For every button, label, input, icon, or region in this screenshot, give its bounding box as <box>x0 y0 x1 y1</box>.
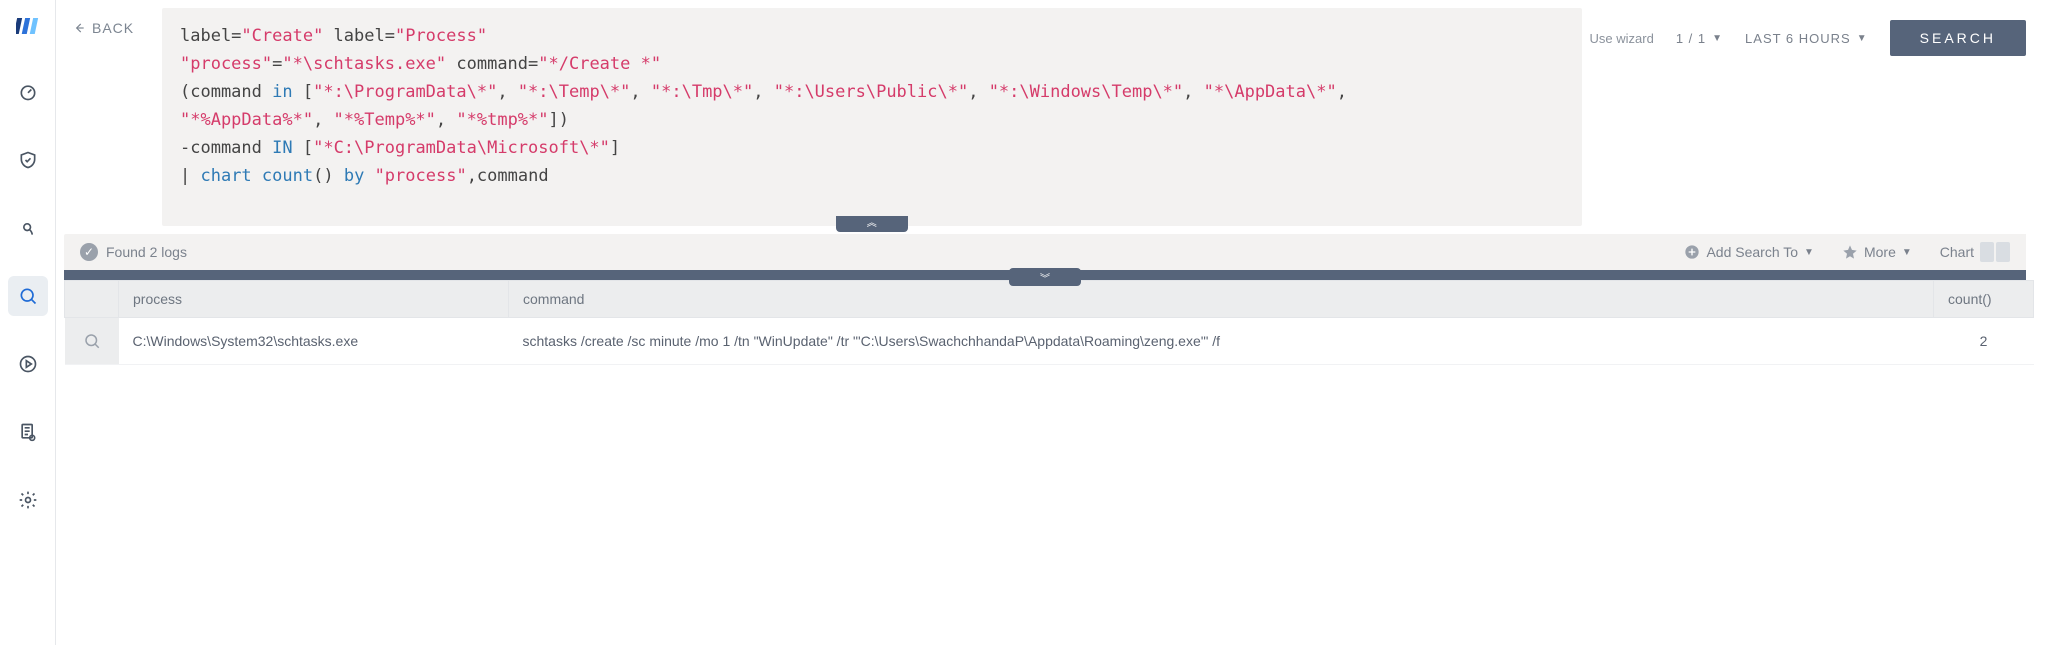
right-rail <box>2034 0 2048 645</box>
page-indicator[interactable]: 1 / 1 ▼ <box>1676 31 1723 46</box>
table-header-count[interactable]: count() <box>1934 281 2034 318</box>
chevron-down-icon: ▼ <box>1902 247 1912 258</box>
add-search-to-button[interactable]: Add Search To ▼ <box>1684 244 1814 260</box>
chevron-down-icon: ▼ <box>1857 33 1868 44</box>
chart-toggle[interactable]: Chart <box>1940 242 2010 262</box>
nav-play-icon[interactable] <box>8 344 48 384</box>
expand-results-handle[interactable]: ︾ <box>1009 268 1081 286</box>
main-content: BACK label="Create" label="Process" "pro… <box>56 0 2034 645</box>
sidebar <box>0 0 56 645</box>
table-row[interactable]: C:\Windows\System32\schtasks.exe schtask… <box>65 318 2034 365</box>
cell-count: 2 <box>1934 318 2034 365</box>
cell-command: schtasks /create /sc minute /mo 1 /tn "W… <box>509 318 1934 365</box>
chevron-down-icon: ▼ <box>1712 33 1723 44</box>
back-label: BACK <box>92 20 134 36</box>
nav-shield-icon[interactable] <box>8 140 48 180</box>
results-toolbar: ✓ Found 2 logs Add Search To ▼ More ▼ Ch… <box>64 234 2026 270</box>
table-header-process[interactable]: process <box>119 281 509 318</box>
check-circle-icon: ✓ <box>80 243 98 261</box>
chevron-up-icon: ︽ <box>867 216 877 233</box>
collapse-query-handle[interactable]: ︽ <box>836 216 908 232</box>
row-search-icon[interactable] <box>79 332 105 350</box>
nav-search-icon[interactable] <box>8 276 48 316</box>
query-editor[interactable]: label="Create" label="Process" "process"… <box>162 8 1582 226</box>
nav-dashboard-icon[interactable] <box>8 72 48 112</box>
table-header-row: process command count() <box>65 281 2034 318</box>
use-wizard-link[interactable]: Use wizard <box>1590 31 1654 46</box>
results-table: process command count() C:\Windows\Syste… <box>56 280 2034 365</box>
split-divider[interactable]: ︾ <box>64 270 2026 280</box>
nav-settings-icon[interactable] <box>8 480 48 520</box>
more-button[interactable]: More ▼ <box>1842 244 1912 260</box>
back-button[interactable]: BACK <box>64 8 154 36</box>
nav-explore-icon[interactable] <box>8 208 48 248</box>
search-button[interactable]: SEARCH <box>1890 20 2026 56</box>
time-range-dropdown[interactable]: LAST 6 HOURS ▼ <box>1745 31 1868 46</box>
chevron-down-icon: ︾ <box>1040 270 1050 285</box>
chevron-down-icon: ▼ <box>1804 247 1814 258</box>
nav-report-icon[interactable] <box>8 412 48 452</box>
table-header-command[interactable]: command <box>509 281 1934 318</box>
table-header-blank <box>65 281 119 318</box>
app-logo <box>16 14 40 38</box>
results-count-label: Found 2 logs <box>106 244 187 260</box>
cell-process: C:\Windows\System32\schtasks.exe <box>119 318 509 365</box>
layout-toggle-icon <box>1980 242 2010 262</box>
